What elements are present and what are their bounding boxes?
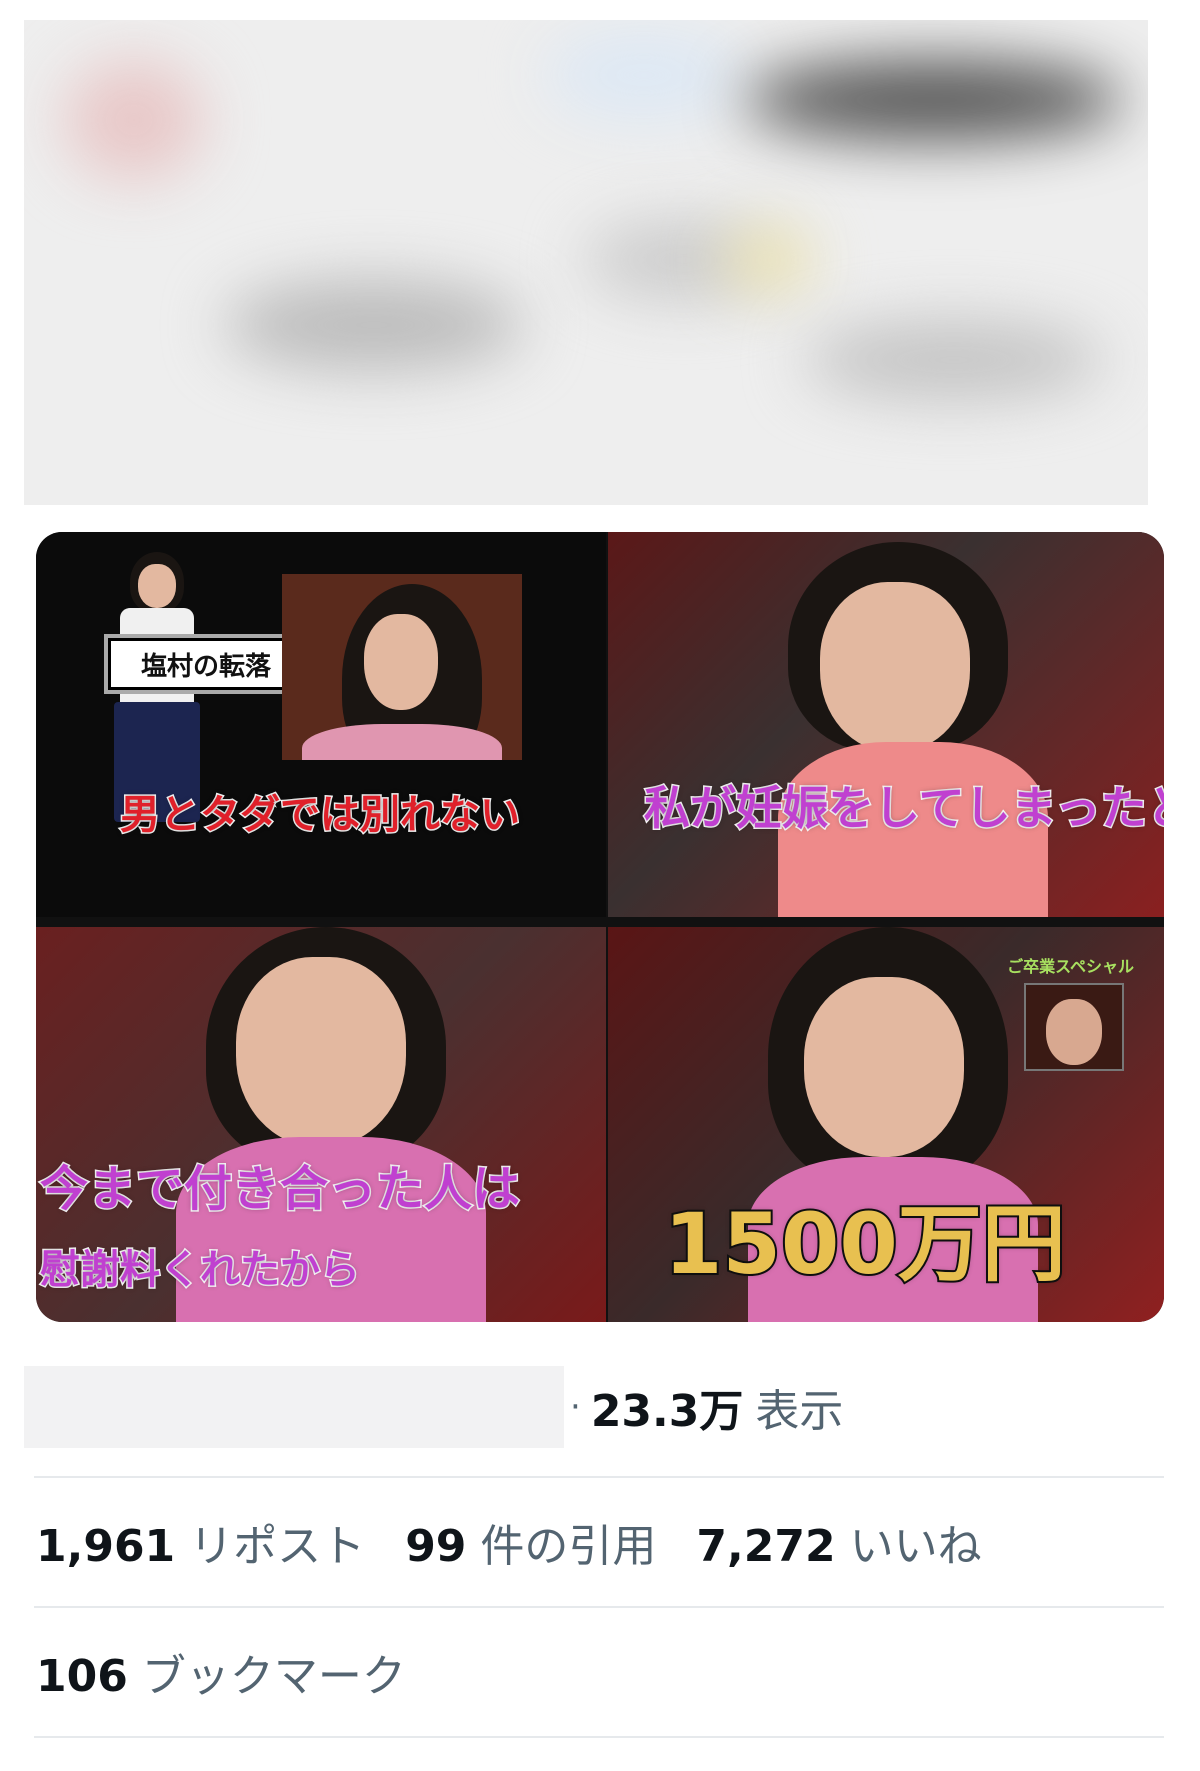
corner-inset-photo	[1024, 983, 1124, 1071]
reposts-count: 1,961	[36, 1521, 176, 1572]
views-row: · 23.3万 表示	[24, 1366, 1164, 1448]
redacted-timestamp	[24, 1366, 564, 1448]
divider	[34, 1476, 1164, 1478]
bookmarks-count: 106	[36, 1651, 128, 1702]
divider	[34, 1606, 1164, 1608]
likes-count: 7,272	[696, 1521, 836, 1572]
media-panel-4[interactable]: ご卒業スペシャル 1500万円	[608, 927, 1164, 1322]
panel-3-subcaption: 慰謝料くれたから	[39, 1246, 362, 1295]
views-label: 表示	[755, 1386, 844, 1437]
engagement-stats: 1,961 リポスト 99 件の引用 7,272 いいね	[36, 1510, 1022, 1574]
divider	[34, 1736, 1164, 1738]
reposts-label: リポスト	[189, 1521, 366, 1572]
likes-stat[interactable]: 7,272 いいね	[696, 1510, 981, 1574]
panel-2-caption: 私が妊娠をしてしまったと	[643, 780, 1164, 837]
separator-dot: ·	[570, 1387, 581, 1427]
quotes-label: 件の引用	[480, 1521, 657, 1572]
reposts-stat[interactable]: 1,961 リポスト	[36, 1510, 365, 1574]
inset-label: 塩村の転落	[140, 651, 271, 682]
panel-4-caption: 1500万円	[662, 1193, 1068, 1295]
inset-label-box: 塩村の転落	[108, 638, 304, 690]
corner-label: ご卒業スペシャル	[1007, 957, 1134, 976]
quotes-stat[interactable]: 99 件の引用	[405, 1510, 656, 1574]
woman-figure	[758, 542, 1058, 917]
inset-photo	[282, 574, 522, 760]
panel-3-caption: 今まで付き合った人は	[38, 1160, 521, 1219]
bookmarks-label: ブックマーク	[141, 1651, 406, 1702]
media-panel-1[interactable]: 塩村の転落 男とタダでは別れない	[36, 532, 606, 917]
redacted-header	[24, 20, 1148, 505]
views-count: 23.3万	[590, 1386, 744, 1437]
panel-1-caption: 男とタダでは別れない	[119, 791, 522, 840]
media-panel-2[interactable]: 私が妊娠をしてしまったと	[608, 532, 1164, 917]
tweet-image-grid[interactable]: 塩村の転落 男とタダでは別れない 私が妊娠をしてしまったと 今まで付き合った人は…	[36, 532, 1164, 1322]
quotes-count: 99	[405, 1521, 467, 1572]
likes-label: いいね	[849, 1521, 982, 1572]
bookmarks-stat[interactable]: 106 ブックマーク	[36, 1640, 406, 1704]
media-panel-3[interactable]: 今まで付き合った人は 慰謝料くれたから	[36, 927, 606, 1322]
